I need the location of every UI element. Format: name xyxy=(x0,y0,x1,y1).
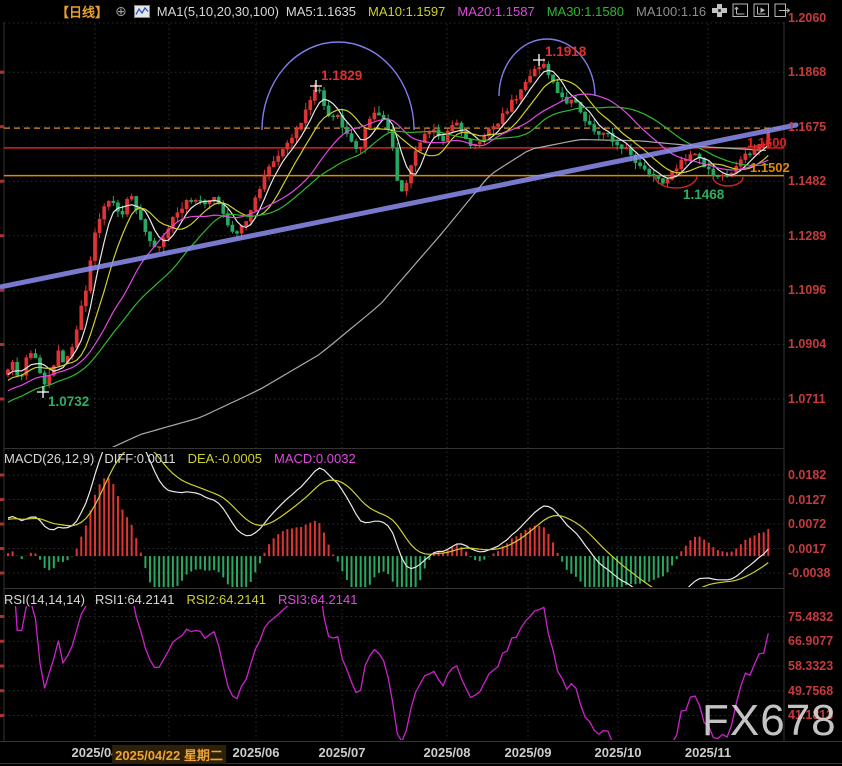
time-axis-label: 2025/06 xyxy=(233,745,280,760)
macd-axis-tick: 0.0017 xyxy=(788,542,826,556)
time-axis-label: 2025/10 xyxy=(595,745,642,760)
price-axis-tick: 1.1482 xyxy=(788,174,826,188)
annotation-label: 1.1918 xyxy=(545,44,586,59)
macd-value-0: DIFF:0.0011 xyxy=(104,451,175,466)
trading-chart-window: 欧元美元【日线】 ⊕ MA1(5,10,20,30,100) MA5:1.163… xyxy=(0,0,842,766)
price-axis-tick: 1.1868 xyxy=(788,65,826,79)
symbol-title: 欧元美元【日线】 xyxy=(4,2,108,21)
chart-header: 欧元美元【日线】 ⊕ MA1(5,10,20,30,100) MA5:1.163… xyxy=(4,0,706,22)
circle-plus-icon[interactable]: ⊕ xyxy=(115,4,127,18)
macd-axis-tick: -0.0038 xyxy=(788,566,830,580)
orange-level-label: 1.1502 xyxy=(750,160,790,175)
time-axis-label: 2025/07 xyxy=(319,745,366,760)
macd-axis-tick: 0.0127 xyxy=(788,493,826,507)
rsi-axis-tick: 75.4832 xyxy=(788,610,833,624)
macd-values: DIFF:0.0011 DEA:-0.0005 MACD:0.0032 xyxy=(104,451,355,466)
symbol-name: 欧元美元 xyxy=(4,5,56,20)
macd-title: MACD(26,12,9) xyxy=(4,451,94,466)
time-axis-label: 2025/09 xyxy=(505,745,552,760)
rsi-value-1: RSI2:64.2141 xyxy=(186,592,266,607)
price-axis-tick: 1.0904 xyxy=(788,337,826,351)
price-axis-tick: 1.2060 xyxy=(788,11,826,25)
ma-value-ma20: MA20:1.1587 xyxy=(457,4,534,19)
chart-canvas[interactable] xyxy=(0,0,842,766)
chart-toolbar xyxy=(711,3,791,18)
price-axis-tick: 1.1096 xyxy=(788,283,826,297)
time-axis-label: 2025/11 xyxy=(685,745,731,760)
price-axis-tick: 1.0711 xyxy=(788,392,826,406)
rsi-value-0: RSI1:64.2141 xyxy=(95,592,175,607)
annotation-label: 1.0732 xyxy=(48,394,89,409)
axis-scale-icon[interactable] xyxy=(732,3,749,18)
macd-value-2: MACD:0.0032 xyxy=(274,451,356,466)
crosshair-move-icon[interactable] xyxy=(711,3,728,18)
rsi-title: RSI(14,14,14) xyxy=(4,592,85,607)
ma-value-ma10: MA10:1.1597 xyxy=(368,4,445,19)
time-axis-label: 2025/08 xyxy=(424,745,471,760)
macd-pane-header: MACD(26,12,9) DIFF:0.0011 DEA:-0.0005 MACD… xyxy=(4,451,356,466)
annotation-label: 1.1829 xyxy=(321,68,362,83)
price-axis-tick: 1.1289 xyxy=(788,229,826,243)
ma-value-ma100: MA100:1.16 xyxy=(636,4,706,19)
rsi-pane-header: RSI(14,14,14) RSI1:64.2141RSI2:64.2141RS… xyxy=(4,592,357,607)
macd-axis-tick: 0.0072 xyxy=(788,517,826,531)
price-axis-tick: 1.1675 xyxy=(788,120,826,134)
watermark: FX678 xyxy=(702,699,837,743)
ma-group-label: MA1(5,10,20,30,100) xyxy=(157,4,279,19)
chart-type-icon[interactable] xyxy=(134,5,150,18)
ma-value-ma30: MA30:1.1580 xyxy=(547,4,624,19)
ma-value-ma5: MA5:1.1635 xyxy=(286,4,356,19)
period-label: 【日线】 xyxy=(56,5,108,20)
time-axis-selected-date: 2025/04/22 星期二 xyxy=(112,745,226,764)
macd-axis-tick: 0.0182 xyxy=(788,468,826,482)
rsi-value-2: RSI3:64.2141 xyxy=(278,592,358,607)
red-level-label: 1.1600 xyxy=(747,135,787,150)
pan-exit-icon[interactable] xyxy=(774,3,791,18)
macd-value-1: DEA:-0.0005 xyxy=(188,451,262,466)
rsi-axis-tick: 58.3323 xyxy=(788,659,833,673)
ma-values: MA5:1.1635 MA10:1.1597 MA20:1.1587 MA30:1.1… xyxy=(286,4,706,19)
rsi-values: RSI1:64.2141 RSI2:64.2141 RSI3:64.2141 xyxy=(95,592,358,607)
rsi-axis-tick: 66.9077 xyxy=(788,634,833,648)
axis-play-icon[interactable] xyxy=(753,3,770,18)
annotation-label: 1.1468 xyxy=(683,187,724,202)
